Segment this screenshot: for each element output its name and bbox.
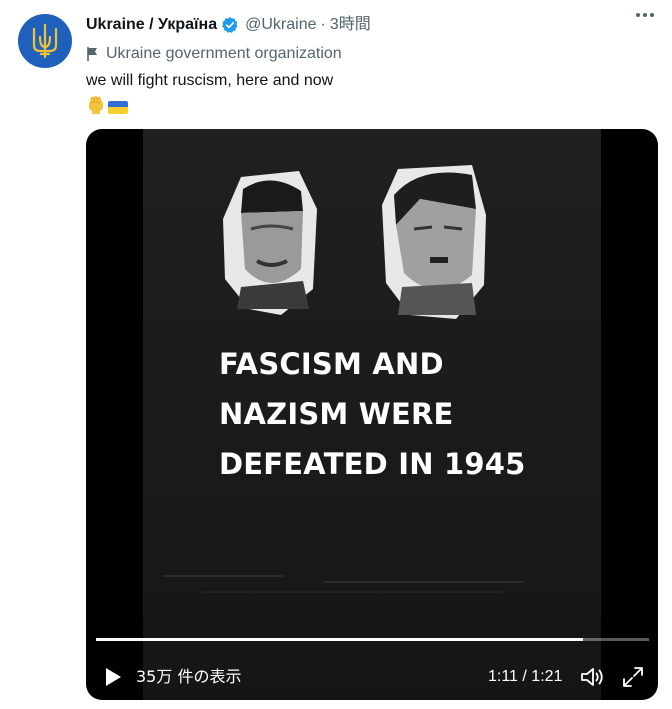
separator-dot: · xyxy=(320,16,326,33)
fullscreen-icon[interactable] xyxy=(621,665,645,689)
video-frame: FASCISM AND NAZISM WERE DEFEATED IN 1945 xyxy=(143,129,601,700)
raised-fist-icon xyxy=(86,95,106,119)
trident-icon xyxy=(32,23,58,59)
timestamp[interactable]: 3時間 xyxy=(330,15,371,35)
caption-line: DEFEATED IN 1945 xyxy=(219,447,526,481)
video-controls: 35万 件の表示 1:11 / 1:21 xyxy=(86,657,658,697)
tweet-header: Ukraine / Україна @Ukraine · 3時間 xyxy=(86,15,371,35)
play-icon[interactable] xyxy=(102,665,124,689)
view-count: 35万 件の表示 xyxy=(136,667,242,686)
avatar[interactable] xyxy=(18,14,72,68)
caption-line: NAZISM WERE xyxy=(219,397,454,431)
affiliation-text: Ukraine government organization xyxy=(106,45,342,62)
portrait-left-image xyxy=(223,171,317,315)
tweet: Ukraine / Україна @Ukraine · 3時間 Ukraine… xyxy=(0,0,672,709)
video-progress-bar[interactable] xyxy=(96,638,649,641)
more-options-icon[interactable] xyxy=(636,13,654,17)
video-caption: FASCISM AND NAZISM WERE DEFEATED IN 1945 xyxy=(219,339,526,489)
video-player[interactable]: FASCISM AND NAZISM WERE DEFEATED IN 1945… xyxy=(86,129,658,700)
display-name[interactable]: Ukraine / Україна xyxy=(86,15,217,35)
affiliation-label[interactable]: Ukraine government organization xyxy=(86,44,342,64)
ukraine-flag-icon xyxy=(108,100,128,114)
verified-badge-icon[interactable] xyxy=(221,16,239,34)
flag-outline-icon xyxy=(87,47,97,61)
handle[interactable]: @Ukraine xyxy=(245,15,316,35)
video-timecode: 1:11 / 1:21 xyxy=(488,668,563,685)
caption-line: FASCISM AND xyxy=(219,347,444,381)
portrait-right-image xyxy=(382,165,486,319)
volume-icon[interactable] xyxy=(579,665,605,689)
emoji-row xyxy=(86,95,128,119)
video-progress-fill xyxy=(96,638,583,641)
tweet-text: we will fight ruscism, here and now xyxy=(86,72,334,89)
